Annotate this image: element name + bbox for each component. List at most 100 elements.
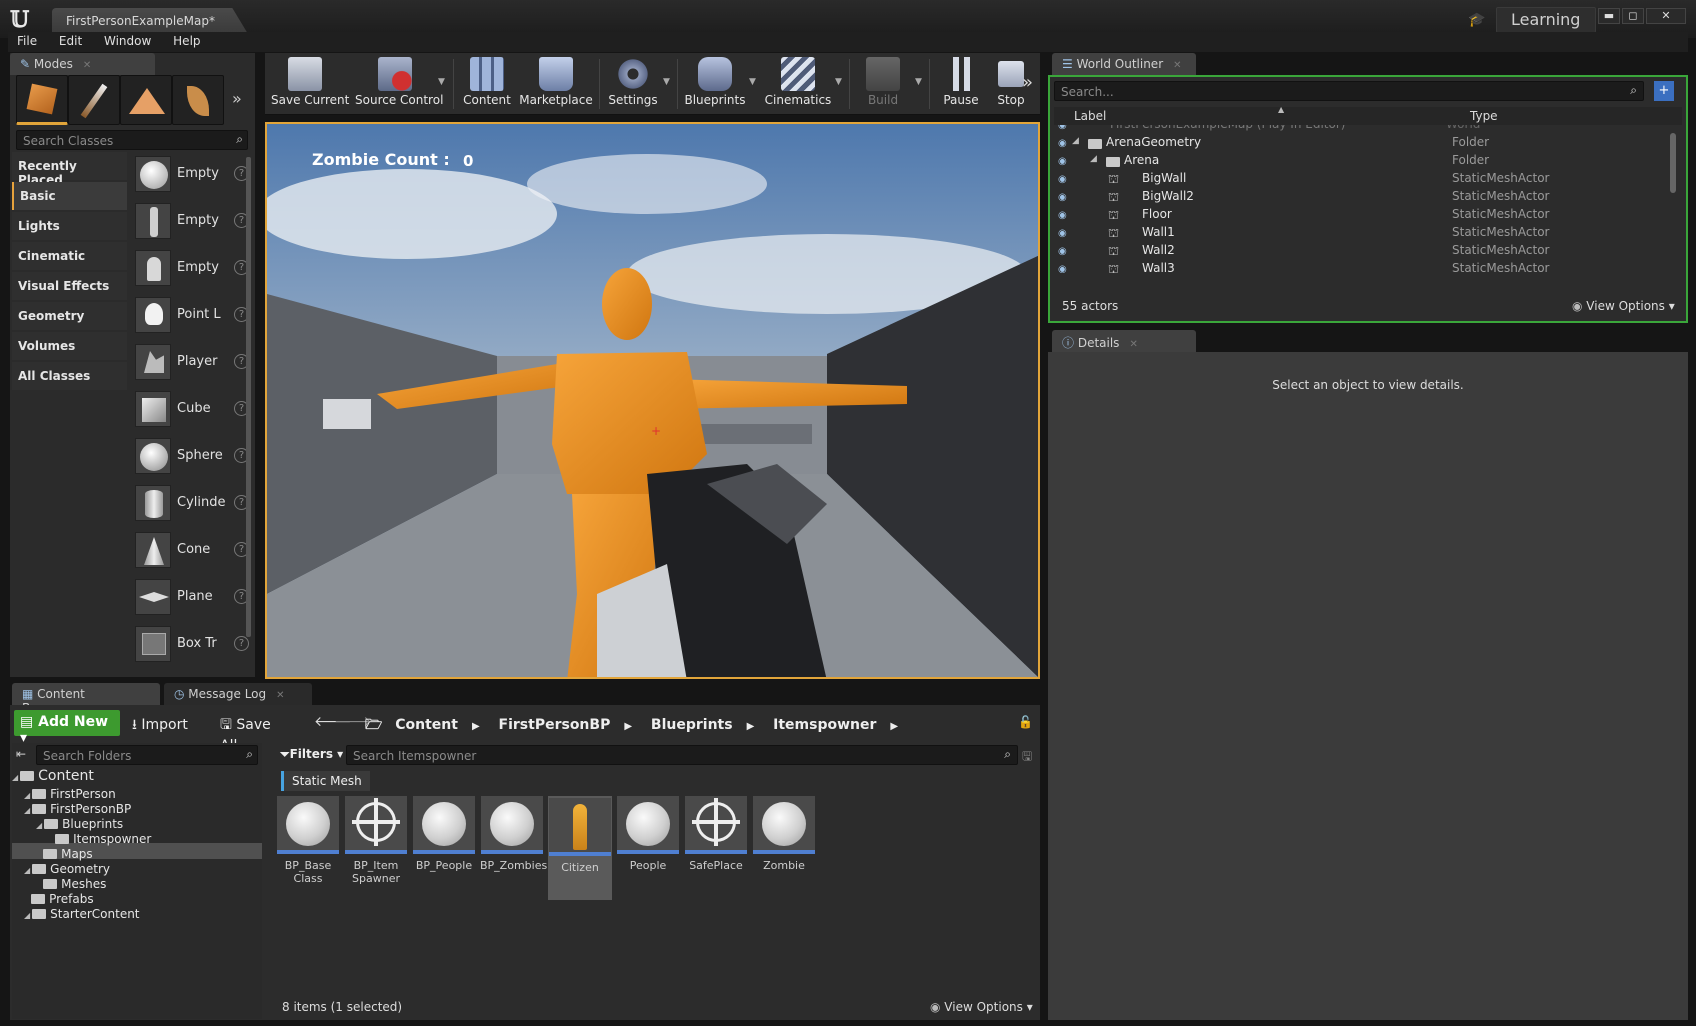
lock-icon[interactable]: 🔓 <box>1018 715 1033 729</box>
more-modes-chevron-icon[interactable]: » <box>232 89 242 108</box>
category-all-classes[interactable]: All Classes <box>12 362 127 390</box>
eye-icon[interactable]: ◉ <box>1058 138 1071 149</box>
folder-tree-item[interactable]: ◢ FirstPerson <box>24 787 116 801</box>
asset-view-options[interactable]: ◉ View Options ▾ <box>930 1000 1033 1014</box>
folder-tree-item[interactable]: ◢ StarterContent <box>24 907 140 921</box>
expand-arrow-icon[interactable] <box>36 881 41 890</box>
expand-arrow-icon[interactable]: ◢ <box>24 791 30 800</box>
outliner-view-options[interactable]: ◉ View Options ▾ <box>1572 299 1675 313</box>
outliner-row[interactable]: ◉ ⛫ Wall1 StaticMeshActor <box>1054 225 1682 243</box>
breadcrumb-firstpersonbp[interactable]: FirstPersonBP <box>499 717 611 733</box>
asset-tile[interactable]: SafePlace <box>684 796 748 900</box>
toolbar-overflow-chevron-icon[interactable]: » <box>1022 72 1033 93</box>
class-item-sphere[interactable]: Sphere? <box>135 438 250 481</box>
label-column-header[interactable]: Label <box>1074 109 1106 123</box>
search-folders-input[interactable]: Search Folders ⌕ <box>36 745 258 765</box>
document-tab[interactable]: FirstPersonExampleMap* <box>52 8 248 34</box>
add-new-button[interactable]: ▤ Add New ▾ <box>14 710 120 746</box>
outliner-row[interactable]: ◉ ⛫ Floor StaticMeshActor <box>1054 207 1682 225</box>
class-item-empty-pawn[interactable]: Empty? <box>135 250 250 293</box>
class-item-point-light[interactable]: Point L? <box>135 297 250 340</box>
category-basic[interactable]: Basic <box>12 182 127 210</box>
maximize-button[interactable]: ◻ <box>1622 8 1644 24</box>
class-list-scrollbar[interactable] <box>246 157 251 637</box>
eye-icon[interactable]: ◉ <box>1058 174 1071 185</box>
close-icon[interactable]: ✕ <box>83 60 91 71</box>
class-item-empty-actor[interactable]: Empty? <box>135 156 250 199</box>
asset-tile[interactable]: Citizen <box>548 796 612 900</box>
asset-tile[interactable]: BP_Base Class <box>276 796 340 900</box>
folder-tree-item[interactable]: Maps <box>36 847 93 861</box>
expand-arrow-icon[interactable]: ◢ <box>1090 154 1097 164</box>
outliner-row[interactable]: ◉ ⛫ BigWall StaticMeshActor <box>1054 171 1682 189</box>
asset-tile[interactable]: People <box>616 796 680 900</box>
category-lights[interactable]: Lights <box>12 212 127 240</box>
expand-arrow-icon[interactable] <box>24 896 29 905</box>
close-icon[interactable]: ✕ <box>1129 339 1137 350</box>
tab-world-outliner[interactable]: ☰ World Outliner ✕ <box>1052 53 1196 75</box>
learning-button[interactable]: Learning <box>1496 7 1596 33</box>
outliner-row[interactable]: ◉ ⛫ BigWall2 StaticMeshActor <box>1054 189 1682 207</box>
expand-arrow-icon[interactable]: ◢ <box>1072 136 1079 146</box>
graduation-cap-icon[interactable]: 🎓 <box>1468 12 1486 28</box>
class-item-cylinder[interactable]: Cylinde? <box>135 485 250 528</box>
source-control-dropdown-icon[interactable]: ▼ <box>438 77 445 87</box>
class-item-box-trigger[interactable]: Box Tr? <box>135 626 250 669</box>
folder-tree-item[interactable]: ◢ Geometry <box>24 862 110 876</box>
menu-help[interactable]: Help <box>164 32 209 50</box>
asset-tile[interactable]: BP_Zombies <box>480 796 547 900</box>
help-icon[interactable]: ? <box>234 636 249 651</box>
eye-icon[interactable]: ◉ <box>1058 156 1071 167</box>
foliage-mode-button[interactable] <box>172 75 224 125</box>
class-item-cone[interactable]: Cone? <box>135 532 250 575</box>
content-button[interactable]: Content <box>459 57 515 113</box>
folder-tree-item[interactable]: ◢ Content <box>12 768 94 784</box>
blueprints-button[interactable]: Blueprints <box>683 57 747 113</box>
asset-tile[interactable]: BP_Item Spawner <box>344 796 408 900</box>
place-mode-button[interactable] <box>16 75 68 125</box>
save-all-button[interactable]: 🖫 Save All <box>216 710 296 754</box>
minimize-button[interactable]: ▬ <box>1598 8 1620 24</box>
asset-tile[interactable]: Zombie <box>752 796 816 900</box>
folder-tree-item[interactable]: ◢ FirstPersonBP <box>24 802 131 816</box>
add-actor-icon[interactable]: + <box>1654 81 1674 101</box>
class-item-empty-character[interactable]: Empty? <box>135 203 250 246</box>
paint-mode-button[interactable] <box>68 75 120 125</box>
category-cinematic[interactable]: Cinematic <box>12 242 127 270</box>
outliner-row[interactable]: ◉ ⛫ Wall3 StaticMeshActor <box>1054 261 1682 273</box>
folder-tree-item[interactable]: Itemspowner <box>48 832 151 846</box>
eye-icon[interactable]: ◉ <box>1058 246 1071 257</box>
close-window-button[interactable]: ✕ <box>1646 8 1686 24</box>
expand-arrow-icon[interactable]: ◢ <box>12 773 18 782</box>
tab-modes[interactable]: ✎ Modes ✕ <box>10 53 155 75</box>
outliner-scrollbar[interactable] <box>1670 133 1676 193</box>
expand-arrow-icon[interactable]: ◢ <box>24 866 30 875</box>
settings-dropdown-icon[interactable]: ▼ <box>663 77 670 87</box>
eye-icon[interactable]: ◉ <box>1058 264 1071 273</box>
breadcrumb-blueprints[interactable]: Blueprints <box>651 717 733 733</box>
type-column-header[interactable]: Type <box>1470 109 1498 123</box>
outliner-row[interactable]: ◉ ◢ ArenaGeometry Folder <box>1054 135 1682 153</box>
eye-icon[interactable]: ◉ <box>1058 210 1071 221</box>
close-icon[interactable]: ✕ <box>276 690 284 701</box>
folder-tree-item[interactable]: ◢ Blueprints <box>36 817 123 831</box>
cinematics-button[interactable]: Cinematics <box>763 57 833 113</box>
cinematics-dropdown-icon[interactable]: ▼ <box>835 77 842 87</box>
category-recently-placed[interactable]: Recently Placed <box>12 152 127 187</box>
save-current-button[interactable]: Save Current <box>271 57 349 113</box>
menu-edit[interactable]: Edit <box>50 32 91 50</box>
asset-tile[interactable]: BP_People <box>412 796 476 900</box>
class-item-player-start[interactable]: Player? <box>135 344 250 387</box>
blueprints-dropdown-icon[interactable]: ▼ <box>749 77 756 87</box>
search-classes-input[interactable]: Search Classes ⌕ <box>16 130 248 150</box>
save-search-icon[interactable]: 🖫 <box>1022 747 1032 768</box>
eye-icon[interactable]: ◉ <box>1058 228 1071 239</box>
category-geometry[interactable]: Geometry <box>12 302 127 330</box>
menu-window[interactable]: Window <box>95 32 160 50</box>
eye-icon[interactable]: ◉ <box>1058 192 1071 203</box>
expand-arrow-icon[interactable] <box>48 836 53 845</box>
expand-arrow-icon[interactable] <box>36 851 41 860</box>
outliner-search-input[interactable]: Search... ⌕ <box>1054 81 1644 101</box>
tab-message-log[interactable]: ◷ Message Log ✕ <box>164 683 312 705</box>
expand-arrow-icon[interactable]: ◢ <box>24 806 30 815</box>
